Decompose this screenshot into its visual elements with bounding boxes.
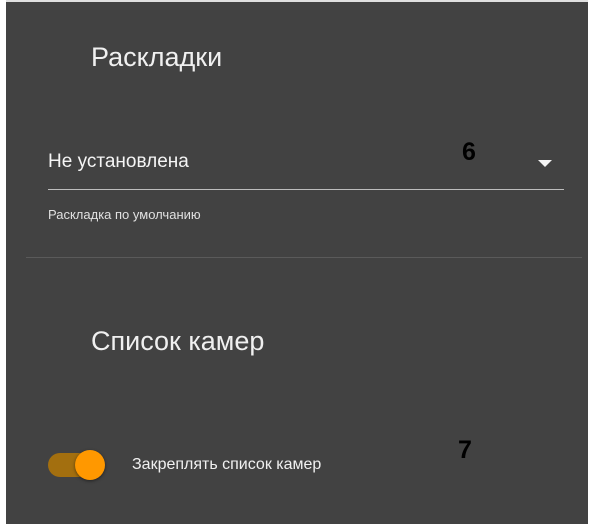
default-layout-select[interactable]: Не установлена: [48, 142, 564, 190]
layouts-section-title: Раскладки: [91, 42, 223, 72]
camera-list-section-title: Список камер: [91, 326, 265, 356]
default-layout-helper-text: Раскладка по умолчанию: [48, 207, 201, 222]
section-divider: [26, 257, 582, 258]
annotation-number-6: 6: [462, 138, 476, 166]
settings-panel: Раскладки Не установлена 6 Раскладка по …: [6, 0, 588, 524]
dropdown-arrow-icon[interactable]: [538, 160, 552, 167]
default-layout-select-value: Не установлена: [48, 151, 189, 172]
toggle-thumb[interactable]: [75, 450, 105, 480]
pin-camera-list-label[interactable]: Закреплять список камер: [132, 456, 321, 474]
select-underline: [48, 189, 564, 190]
pin-camera-list-toggle[interactable]: [48, 450, 106, 480]
annotation-number-7: 7: [458, 436, 472, 464]
